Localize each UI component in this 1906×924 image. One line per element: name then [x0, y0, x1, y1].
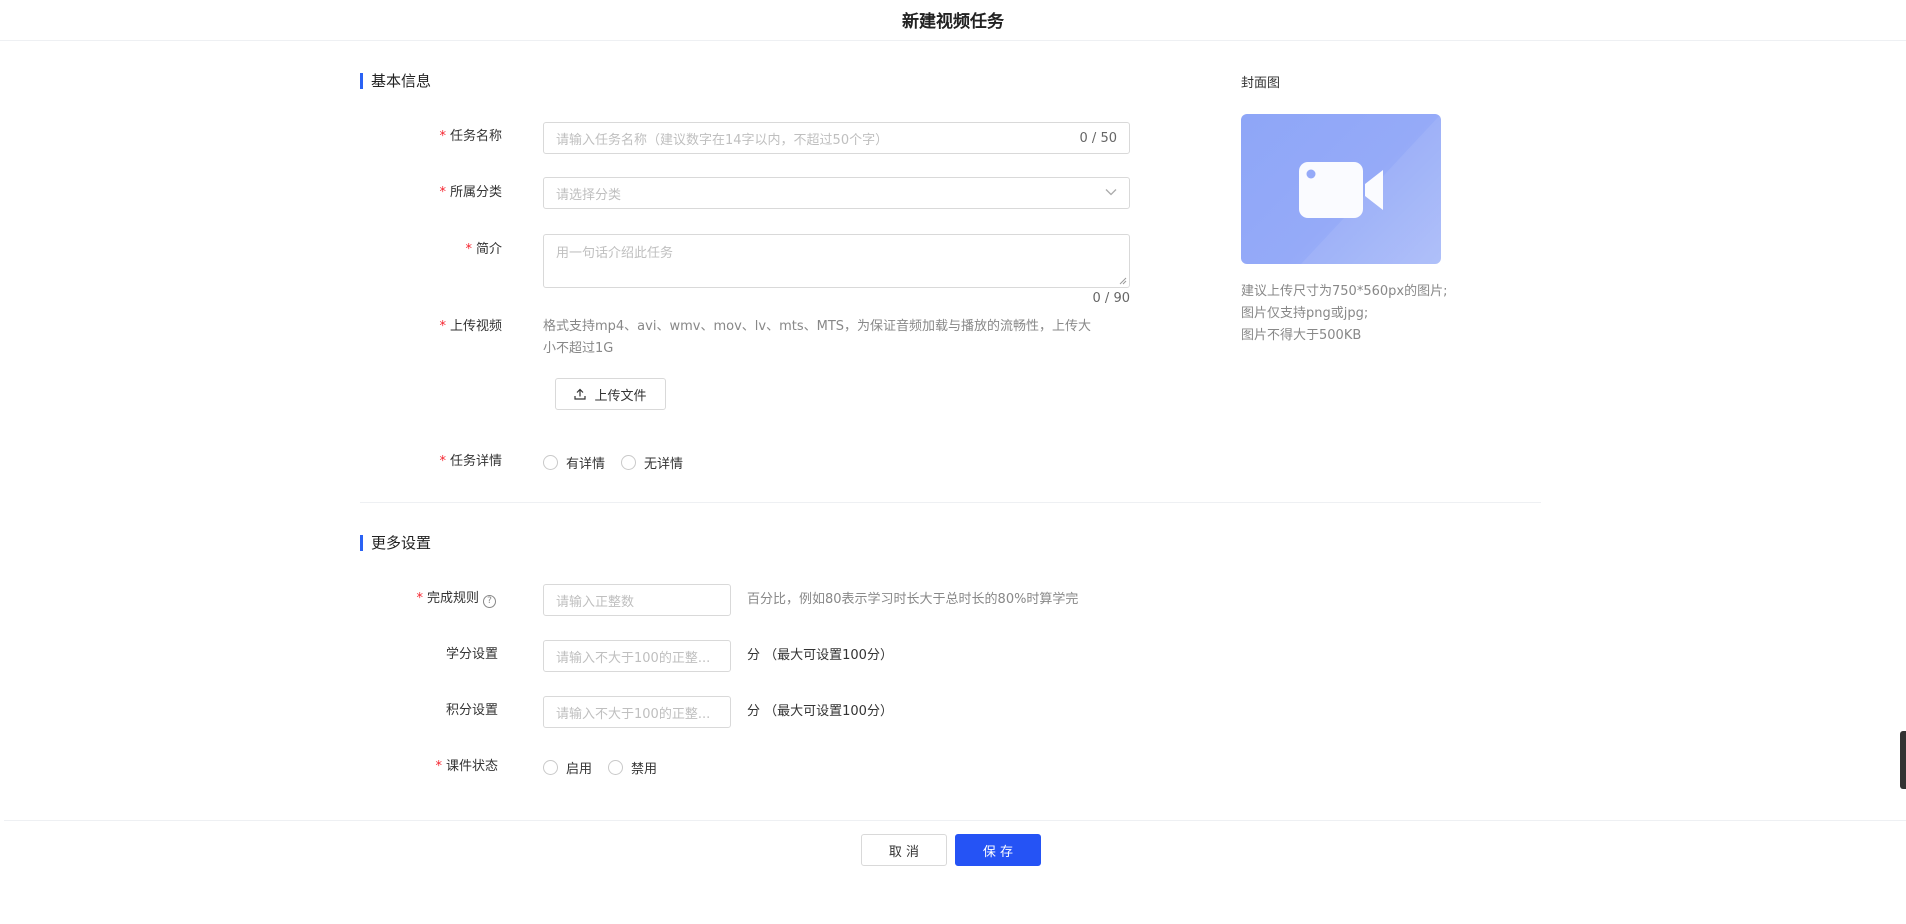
completion-rule-input[interactable]: 请输入正整数 — [543, 584, 731, 616]
points-setting-hint: 分 （最大可设置100分） — [747, 704, 893, 719]
cancel-button[interactable]: 取 消 — [861, 834, 947, 866]
required-mark: * — [439, 185, 446, 200]
required-mark: * — [439, 319, 446, 334]
radio-circle — [543, 760, 558, 775]
section-title-more: 更多设置 — [360, 535, 431, 551]
radio-has-detail[interactable]: 有详情 — [543, 453, 605, 472]
chevron-down-icon — [1105, 189, 1117, 196]
task-name-label: * 任务名称 — [439, 129, 502, 144]
credit-setting-input[interactable]: 请输入不大于100的正整... — [543, 640, 731, 672]
cover-upload-area[interactable] — [1241, 114, 1441, 264]
required-mark: * — [439, 454, 446, 469]
radio-circle — [543, 455, 558, 470]
resize-handle-icon[interactable] — [1119, 277, 1127, 285]
radio-disable[interactable]: 禁用 — [608, 758, 657, 777]
page-title: 新建视频任务 — [902, 12, 1004, 32]
radio-no-detail[interactable]: 无详情 — [621, 453, 683, 472]
help-icon[interactable]: ? — [483, 595, 496, 608]
category-select[interactable]: 请选择分类 — [543, 177, 1130, 209]
intro-textarea[interactable]: 用一句话介绍此任务 — [543, 234, 1130, 288]
section-title-basic: 基本信息 — [360, 73, 431, 89]
intro-label: * 简介 — [465, 242, 502, 257]
radio-circle — [621, 455, 637, 470]
footer-divider — [4, 820, 1906, 821]
task-detail-radio-group: 有详情 无详情 — [543, 453, 699, 472]
points-setting-label: 积分设置 — [445, 703, 498, 718]
intro-placeholder: 用一句话介绍此任务 — [556, 246, 674, 261]
save-button[interactable]: 保 存 — [955, 834, 1041, 866]
cover-label: 封面图 — [1241, 76, 1281, 91]
required-mark: * — [465, 242, 472, 257]
category-placeholder: 请选择分类 — [556, 187, 622, 203]
points-setting-input[interactable]: 请输入不大于100的正整... — [543, 696, 731, 728]
required-mark: * — [435, 759, 442, 774]
radio-circle — [608, 760, 624, 775]
radio-enable[interactable]: 启用 — [543, 758, 592, 777]
task-detail-label: * 任务详情 — [439, 454, 502, 469]
required-mark: * — [439, 129, 446, 144]
category-label: * 所属分类 — [439, 185, 502, 200]
completion-rule-label: * 完成规则? — [336, 590, 496, 608]
credit-setting-label: 学分设置 — [445, 647, 498, 662]
video-camera-icon — [1299, 114, 1441, 264]
scrollbar-thumb[interactable] — [1900, 731, 1906, 789]
upload-video-hint: 格式支持mp4、avi、wmv、mov、lv、mts、MTS，为保证音频加载与播… — [543, 319, 1092, 356]
required-mark: * — [416, 591, 423, 606]
course-status-label: * 课件状态 — [435, 759, 498, 774]
credit-setting-hint: 分 （最大可设置100分） — [747, 648, 893, 663]
upload-file-button[interactable]: 上传文件 — [555, 378, 666, 410]
course-status-radio-group: 启用 禁用 — [543, 758, 673, 777]
task-name-input[interactable]: 请输入任务名称（建议数字在14字以内，不超过50个字） 0 / 50 — [543, 122, 1130, 154]
upload-icon — [574, 388, 587, 400]
completion-rule-hint: 百分比，例如80表示学习时长大于总时长的80%时算学完 — [747, 592, 1079, 607]
upload-video-label: * 上传视频 — [439, 319, 502, 334]
section-divider — [360, 502, 1541, 503]
task-name-placeholder: 请输入任务名称（建议数字在14字以内，不超过50个字） — [556, 132, 889, 148]
cover-hint: 建议上传尺寸为750*560px的图片; 图片仅支持png或jpg; 图片不得大… — [1241, 284, 1448, 343]
upload-file-button-label: 上传文件 — [594, 388, 647, 404]
dialog-header: 新建视频任务 — [0, 0, 1906, 41]
task-name-counter: 0 / 50 — [1079, 130, 1117, 146]
intro-counter: 0 / 90 — [1092, 291, 1130, 306]
